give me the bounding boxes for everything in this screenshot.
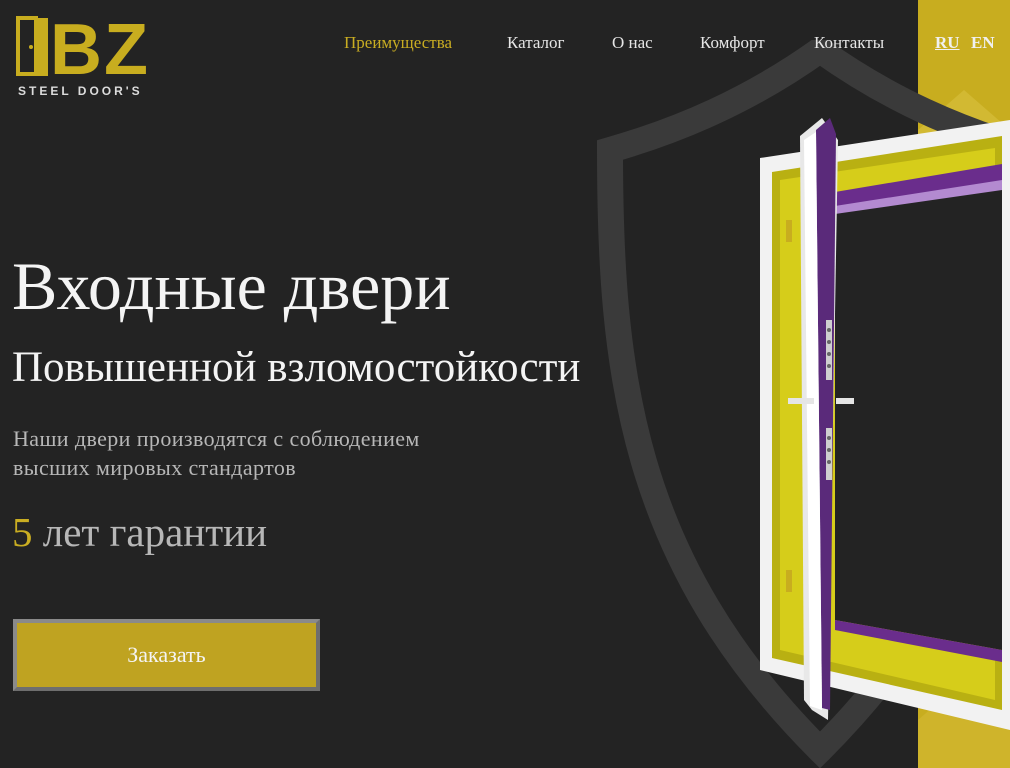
hero-subtitle: Повышенной взломостойкости (12, 344, 581, 391)
warranty-text: 5 лет гарантии (12, 512, 267, 553)
nav-item-advantages[interactable]: Преимущества (344, 33, 452, 53)
open-door-illustration (760, 118, 1010, 730)
nav-item-catalog[interactable]: Каталог (507, 33, 565, 53)
nav-item-comfort[interactable]: Комфорт (700, 33, 765, 53)
hero-description-line1: Наши двери производятся с соблюдением (13, 426, 420, 451)
lang-ru[interactable]: RU (935, 33, 960, 53)
hero-description-line2: высших мировых стандартов (13, 455, 297, 480)
logo-subtitle: STEEL DOOR'S (18, 84, 143, 98)
hero-title: Входные двери (12, 248, 451, 324)
nav-item-about[interactable]: О нас (612, 33, 653, 53)
warranty-label: лет гарантии (42, 509, 268, 555)
brand-logo[interactable]: BZ STEEL DOOR'S (14, 14, 182, 104)
nav-item-contacts[interactable]: Контакты (814, 33, 884, 53)
warranty-number: 5 (12, 509, 33, 555)
main-nav: Преимущества Каталог О нас Комфорт Конта… (0, 33, 1010, 55)
lang-en[interactable]: EN (971, 33, 995, 53)
hero-description: Наши двери производятся с соблюдением вы… (13, 424, 420, 482)
order-button[interactable]: Заказать (13, 619, 320, 691)
